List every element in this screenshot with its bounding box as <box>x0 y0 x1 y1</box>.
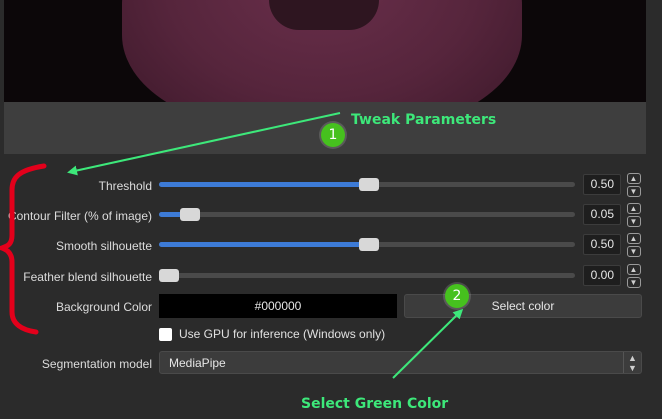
properties-panel <box>0 154 662 419</box>
threshold-value-input[interactable]: 0.50 <box>583 174 621 195</box>
person-collar-image <box>269 0 379 30</box>
smooth-silhouette-slider[interactable] <box>159 238 575 251</box>
feather-blend-spin-buttons[interactable]: ▲ ▼ <box>625 264 642 288</box>
gpu-checkbox-label[interactable]: Use GPU for inference (Windows only) <box>179 327 385 341</box>
spin-down-icon[interactable]: ▼ <box>626 277 641 288</box>
background-color-swatch: #000000 <box>159 294 397 318</box>
segmentation-model-value: MediaPipe <box>169 356 226 370</box>
feather-blend-slider-handle[interactable] <box>159 269 179 282</box>
spin-down-icon[interactable]: ▼ <box>626 216 641 227</box>
threshold-slider[interactable] <box>159 178 575 191</box>
segmentation-model-label: Segmentation model <box>41 357 152 371</box>
select-color-button[interactable]: Select color <box>404 294 642 318</box>
spin-up-icon[interactable]: ▲ <box>626 264 641 275</box>
gpu-checkbox[interactable] <box>159 328 172 341</box>
threshold-spin-buttons[interactable]: ▲ ▼ <box>625 173 642 197</box>
threshold-slider-fill <box>159 182 370 187</box>
contour-filter-spin-buttons[interactable]: ▲ ▼ <box>625 203 642 227</box>
updown-chevron-icon: ▲ ▼ <box>623 352 641 373</box>
background-color-label: Background Color <box>55 300 152 314</box>
threshold-label: Threshold <box>98 179 152 193</box>
threshold-slider-handle[interactable] <box>359 178 380 191</box>
spin-up-icon[interactable]: ▲ <box>626 203 641 214</box>
smooth-silhouette-slider-fill <box>159 242 370 247</box>
feather-blend-label: Feather blend silhouette <box>23 270 152 284</box>
camera-preview <box>4 0 646 102</box>
step-one-badge: 1 <box>321 123 345 147</box>
segmentation-model-select[interactable]: MediaPipe ▲ ▼ <box>159 351 642 374</box>
spin-up-icon[interactable]: ▲ <box>626 173 641 184</box>
contour-filter-slider-handle[interactable] <box>180 208 201 221</box>
contour-filter-label: Contour Filter (% of image) <box>7 209 152 223</box>
contour-filter-value-input[interactable]: 0.05 <box>583 204 621 225</box>
spin-down-icon[interactable]: ▼ <box>626 246 641 257</box>
smooth-silhouette-value-input[interactable]: 0.50 <box>583 234 621 255</box>
spin-up-icon[interactable]: ▲ <box>626 233 641 244</box>
select-green-color-annotation: Select Green Color <box>301 396 449 412</box>
spin-down-icon[interactable]: ▼ <box>626 186 641 197</box>
feather-blend-value-input[interactable]: 0.00 <box>583 265 621 286</box>
smooth-silhouette-label: Smooth silhouette <box>55 239 152 253</box>
step-two-badge: 2 <box>445 284 469 308</box>
tweak-parameters-annotation: Tweak Parameters <box>351 112 497 128</box>
contour-filter-slider[interactable] <box>159 208 575 221</box>
smooth-silhouette-spin-buttons[interactable]: ▲ ▼ <box>625 233 642 257</box>
feather-blend-slider[interactable] <box>159 269 575 282</box>
smooth-silhouette-slider-handle[interactable] <box>359 238 380 251</box>
